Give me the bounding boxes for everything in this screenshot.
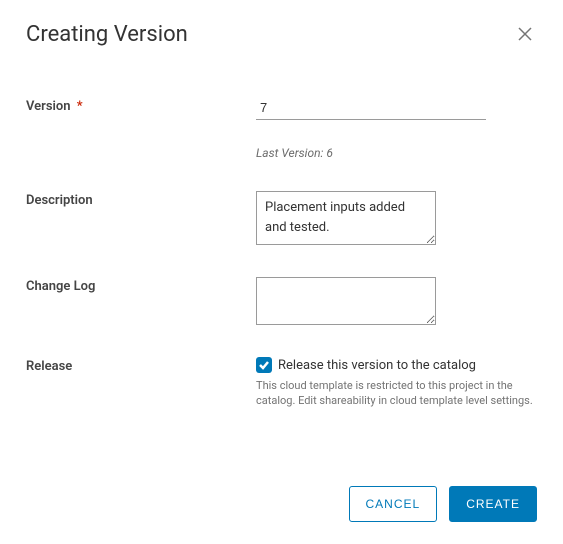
- release-note: This cloud template is restricted to thi…: [256, 379, 536, 409]
- cancel-button[interactable]: CANCEL: [349, 486, 438, 522]
- description-row: Description: [26, 191, 537, 249]
- dialog-header: Creating Version: [26, 22, 537, 49]
- release-label: Release: [26, 357, 256, 374]
- change-log-row: Change Log: [26, 277, 537, 329]
- version-input[interactable]: [256, 98, 486, 120]
- dialog-title: Creating Version: [26, 22, 188, 47]
- close-icon: [517, 26, 533, 45]
- checkmark-icon: [258, 356, 270, 375]
- change-log-label: Change Log: [26, 277, 256, 294]
- release-checkbox-label: Release this version to the catalog: [278, 358, 476, 373]
- create-button[interactable]: CREATE: [449, 486, 537, 522]
- version-row: Version *: [26, 97, 537, 120]
- dialog-footer: CANCEL CREATE: [349, 486, 537, 522]
- version-label: Version *: [26, 97, 256, 114]
- last-version-text: Last Version: 6: [256, 146, 333, 160]
- close-button[interactable]: [513, 22, 537, 49]
- release-checkbox[interactable]: [256, 357, 272, 373]
- description-input[interactable]: [256, 191, 436, 245]
- required-marker: *: [77, 99, 83, 114]
- description-label: Description: [26, 191, 256, 208]
- version-label-text: Version: [26, 99, 71, 114]
- change-log-input[interactable]: [256, 277, 436, 325]
- release-row: Release Release this version to the cata…: [26, 357, 537, 409]
- last-version-row: Last Version: 6: [26, 142, 537, 161]
